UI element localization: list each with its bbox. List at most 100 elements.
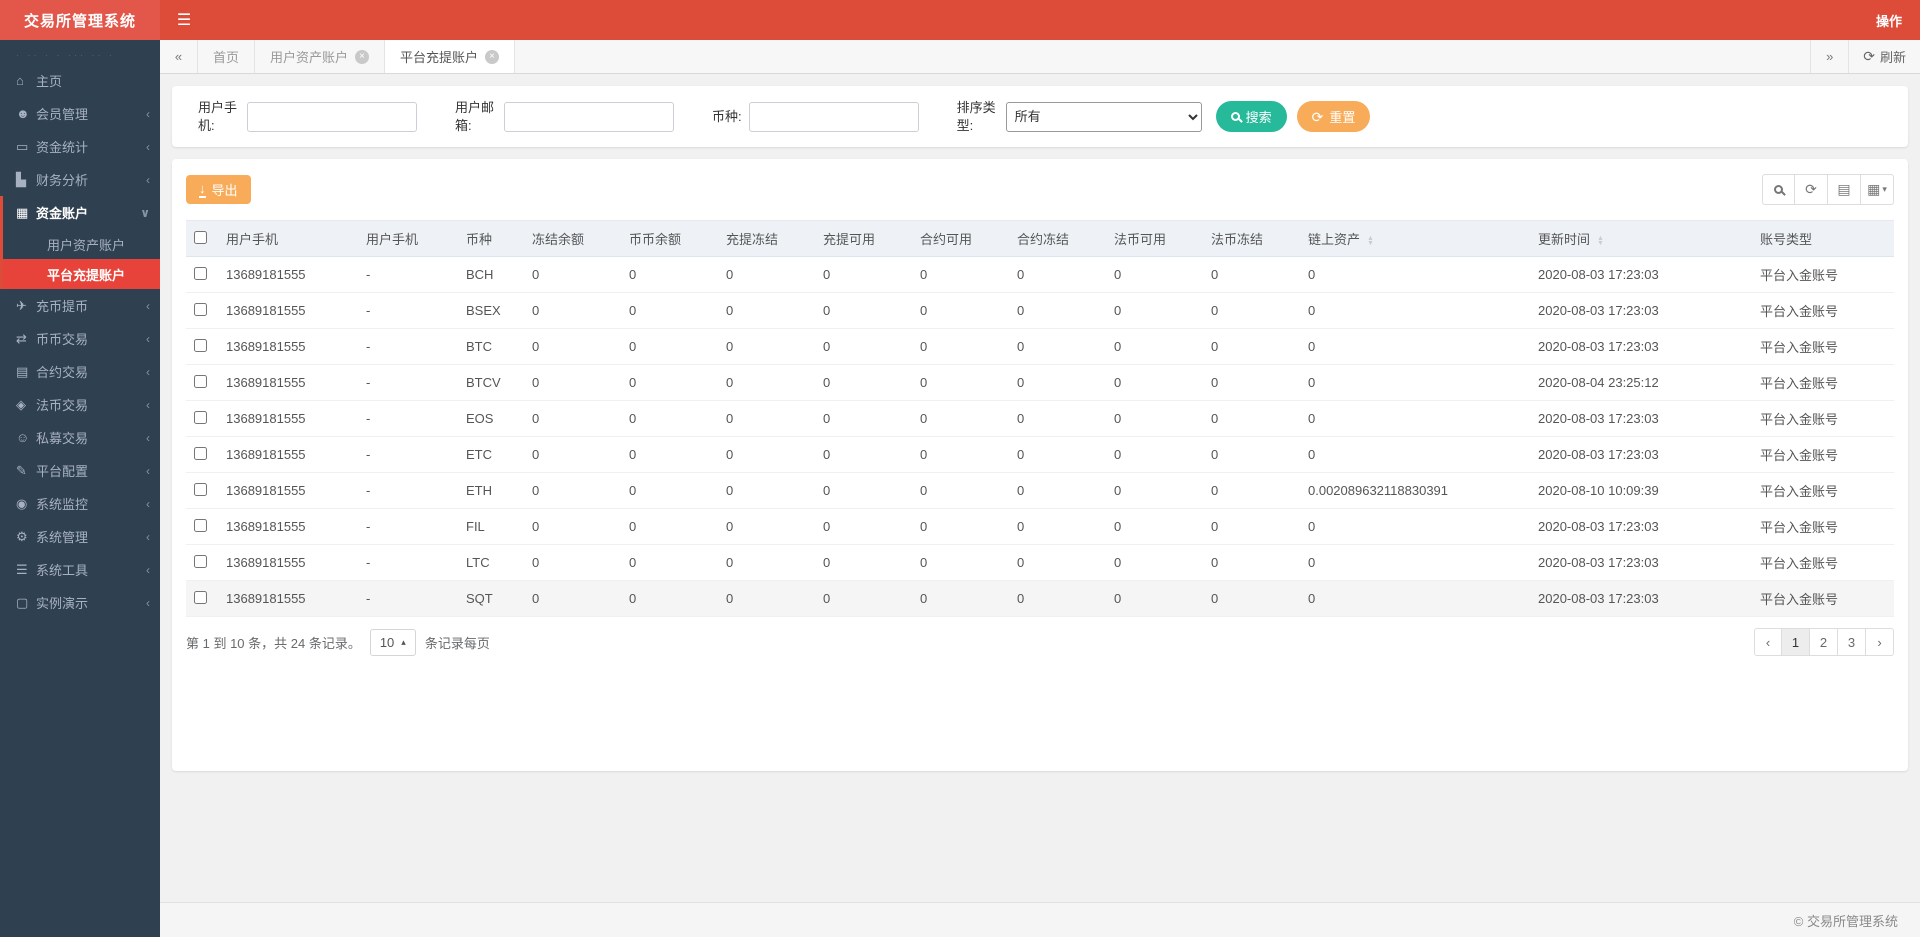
cell: 0 bbox=[912, 581, 1009, 617]
row-checkbox[interactable] bbox=[194, 555, 207, 568]
cell: 平台入金账号 bbox=[1752, 437, 1894, 473]
tab-platform-deposit-accounts[interactable]: 平台充提账户× bbox=[385, 40, 515, 73]
spot-trade-icon: ⇄ bbox=[16, 331, 36, 347]
column-header[interactable]: 链上资产▲▼ bbox=[1300, 221, 1530, 257]
user-phone-label: 用户手机: bbox=[198, 99, 240, 134]
chevron-down-icon: ∨ bbox=[140, 206, 150, 220]
cell: 0 bbox=[524, 257, 621, 293]
page-button-3[interactable]: 3 bbox=[1838, 628, 1866, 656]
row-checkbox[interactable] bbox=[194, 447, 207, 460]
cell: 0 bbox=[815, 545, 912, 581]
cell: 0 bbox=[815, 509, 912, 545]
cell: 0 bbox=[1009, 257, 1106, 293]
row-checkbox[interactable] bbox=[194, 303, 207, 316]
row-checkbox[interactable] bbox=[194, 375, 207, 388]
hamburger-icon[interactable]: ☰ bbox=[160, 0, 208, 40]
page-button-2[interactable]: 2 bbox=[1810, 628, 1838, 656]
cell: 平台入金账号 bbox=[1752, 329, 1894, 365]
search-button[interactable]: 搜索 bbox=[1216, 101, 1287, 132]
cell: - bbox=[358, 365, 458, 401]
cell: 0 bbox=[524, 581, 621, 617]
action-menu[interactable]: 操作 bbox=[1858, 0, 1920, 40]
tab-home[interactable]: 首页 bbox=[198, 40, 255, 73]
tab-close-icon[interactable]: × bbox=[355, 50, 369, 64]
tabs-scroll-right-icon[interactable]: » bbox=[1810, 40, 1848, 73]
sidebar: · ·· · · ··· ·· · ⌂主页☻会员管理‹▭资金统计‹▙财务分析‹▦… bbox=[0, 40, 160, 937]
refresh-icon: ⟳ bbox=[1805, 181, 1817, 198]
sidebar-item-platform-config[interactable]: ✎平台配置‹ bbox=[3, 454, 160, 487]
cell: 0 bbox=[718, 473, 815, 509]
sidebar-subitem-user-asset-accounts[interactable]: 用户资产账户 bbox=[3, 229, 160, 259]
cell: 平台入金账号 bbox=[1752, 365, 1894, 401]
tabs-scroll-left-icon[interactable]: « bbox=[160, 40, 198, 73]
export-button-label: 导出 bbox=[212, 180, 238, 199]
cell: 13689181555 bbox=[218, 437, 358, 473]
prev-page-button[interactable]: ‹ bbox=[1754, 628, 1782, 656]
table-row: 13689181555-FIL0000000002020-08-03 17:23… bbox=[186, 509, 1894, 545]
tab-user-asset-accounts[interactable]: 用户资产账户× bbox=[255, 40, 385, 73]
sort-type-select[interactable]: 所有 bbox=[1006, 102, 1202, 132]
sidebar-item-fund-stats[interactable]: ▭资金统计‹ bbox=[3, 130, 160, 163]
export-button[interactable]: ↓ 导出 bbox=[186, 175, 251, 204]
cell: 0 bbox=[524, 509, 621, 545]
cell: 平台入金账号 bbox=[1752, 509, 1894, 545]
user-email-input[interactable] bbox=[504, 102, 674, 132]
chevron-left-icon: ‹ bbox=[146, 140, 150, 154]
cell: ETH bbox=[458, 473, 524, 509]
sort-icon[interactable]: ▲▼ bbox=[1367, 236, 1374, 246]
tab-close-icon[interactable]: × bbox=[485, 50, 499, 64]
sidebar-item-finance-analysis[interactable]: ▙财务分析‹ bbox=[3, 163, 160, 196]
row-checkbox[interactable] bbox=[194, 267, 207, 280]
sort-icon[interactable]: ▲▼ bbox=[1597, 236, 1604, 246]
columns-button[interactable]: ▦▾ bbox=[1861, 174, 1894, 205]
user-phone-input[interactable] bbox=[247, 102, 417, 132]
toggle-search-button[interactable] bbox=[1762, 174, 1795, 205]
page-button-1[interactable]: 1 bbox=[1782, 628, 1810, 656]
sidebar-item-deposit-withdraw[interactable]: ✈充币提币‹ bbox=[3, 289, 160, 322]
column-header[interactable]: 更新时间▲▼ bbox=[1530, 221, 1752, 257]
row-checkbox[interactable] bbox=[194, 483, 207, 496]
table-header-row: 用户手机用户手机币种冻结余额币币余额充提冻结充提可用合约可用合约冻结法币可用法币… bbox=[186, 221, 1894, 257]
cell: 13689181555 bbox=[218, 257, 358, 293]
sidebar-item-private-trading[interactable]: ☺私募交易‹ bbox=[3, 421, 160, 454]
demo-icon: ▢ bbox=[16, 595, 36, 611]
row-checkbox[interactable] bbox=[194, 519, 207, 532]
row-checkbox[interactable] bbox=[194, 411, 207, 424]
sidebar-item-home[interactable]: ⌂主页 bbox=[3, 64, 160, 97]
sidebar-item-fiat-trading[interactable]: ◈法币交易‹ bbox=[3, 388, 160, 421]
sidebar-item-contract-trading[interactable]: ▤合约交易‹ bbox=[3, 355, 160, 388]
page-size-button[interactable]: 10 ▴ bbox=[370, 629, 416, 656]
reset-button[interactable]: ⟳ 重置 bbox=[1297, 101, 1371, 132]
cell: 0 bbox=[1106, 509, 1203, 545]
sidebar-item-system-admin[interactable]: ⚙系统管理‹ bbox=[3, 520, 160, 553]
row-checkbox[interactable] bbox=[194, 339, 207, 352]
sidebar-item-members[interactable]: ☻会员管理‹ bbox=[3, 97, 160, 130]
search-panel: 用户手机: 用户邮箱: 币种: 排序类型: 所有 搜索 bbox=[172, 86, 1908, 147]
row-checkbox[interactable] bbox=[194, 591, 207, 604]
coin-input[interactable] bbox=[749, 102, 919, 132]
sidebar-item-system-tools[interactable]: ☰系统工具‹ bbox=[3, 553, 160, 586]
sidebar-item-demo[interactable]: ▢实例演示‹ bbox=[3, 586, 160, 619]
column-header-label: 币种 bbox=[466, 232, 492, 247]
select-all-checkbox[interactable] bbox=[194, 231, 207, 244]
sidebar-item-system-monitor[interactable]: ◉系统监控‹ bbox=[3, 487, 160, 520]
cell: 0 bbox=[1009, 545, 1106, 581]
sidebar-item-fund-accounts[interactable]: ▦资金账户∨ bbox=[3, 196, 160, 229]
next-page-button[interactable]: › bbox=[1866, 628, 1894, 656]
tab-refresh-button[interactable]: ⟳ 刷新 bbox=[1848, 40, 1920, 73]
system-tools-icon: ☰ bbox=[16, 562, 36, 578]
cell: 13689181555 bbox=[218, 509, 358, 545]
cell: 2020-08-03 17:23:03 bbox=[1530, 329, 1752, 365]
row-select-cell bbox=[186, 329, 218, 365]
column-header: 合约冻结 bbox=[1009, 221, 1106, 257]
cell: 0 bbox=[912, 473, 1009, 509]
cell: 0 bbox=[1009, 329, 1106, 365]
sidebar-menu: ⌂主页☻会员管理‹▭资金统计‹▙财务分析‹▦资金账户∨用户资产账户平台充提账户✈… bbox=[0, 64, 160, 619]
sidebar-subitem-platform-deposit-accounts[interactable]: 平台充提账户 bbox=[3, 259, 160, 289]
detail-view-button[interactable]: ▤ bbox=[1828, 174, 1861, 205]
field-user-email: 用户邮箱: bbox=[455, 99, 674, 134]
refresh-table-button[interactable]: ⟳ bbox=[1795, 174, 1828, 205]
sidebar-user-placeholder: · ·· · · ··· ·· · bbox=[0, 40, 160, 64]
sidebar-item-spot-trading[interactable]: ⇄币币交易‹ bbox=[3, 322, 160, 355]
chevron-left-icon: ‹ bbox=[146, 299, 150, 313]
